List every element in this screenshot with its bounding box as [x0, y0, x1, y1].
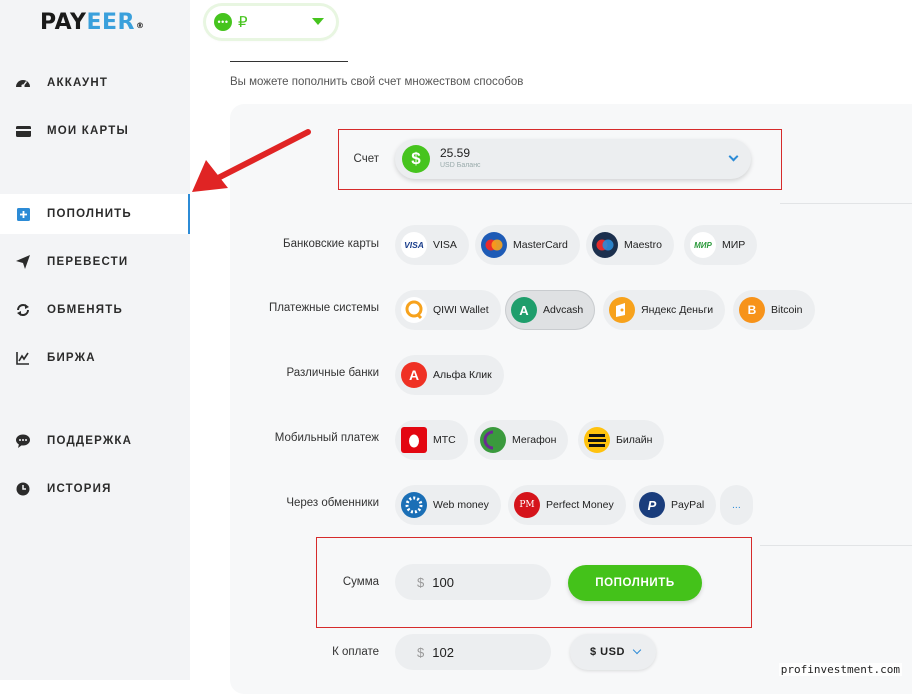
sidebar-item-label: ОБМЕНЯТЬ: [47, 304, 123, 316]
visa-icon: VISA: [401, 232, 427, 258]
sidebar-item-transfer[interactable]: ПЕРЕВЕСТИ: [0, 242, 190, 282]
payeer-logo[interactable]: PAYEER®: [40, 10, 144, 35]
currency-selector[interactable]: ••• ₽: [206, 6, 336, 38]
method-bitcoin[interactable]: B Bitcoin: [733, 290, 815, 330]
qiwi-icon: [401, 297, 427, 323]
sidebar-item-label: ПЕРЕВЕСТИ: [47, 256, 128, 268]
divider: [780, 203, 912, 204]
yandex-money-icon: [609, 297, 635, 323]
sidebar-item-label: ПОДДЕРЖКА: [47, 435, 132, 447]
group-label-payment-systems: Платежные системы: [229, 302, 379, 314]
group-label-cards: Банковские карты: [229, 238, 379, 250]
method-webmoney[interactable]: Web money: [395, 485, 501, 525]
alfa-bank-icon: A: [401, 362, 427, 388]
method-yandex-money[interactable]: Яндекс Деньги: [603, 290, 725, 330]
method-beeline[interactable]: Билайн: [578, 420, 664, 460]
method-perfect-money[interactable]: PM Perfect Money: [508, 485, 626, 525]
clock-icon: [15, 481, 31, 497]
method-alfa-click[interactable]: A Альфа Клик: [395, 355, 504, 395]
exchange-icon: [15, 302, 31, 318]
sidebar-item-support[interactable]: ПОДДЕРЖКА: [0, 421, 190, 461]
sidebar-item-deposit[interactable]: ПОПОЛНИТЬ: [0, 194, 190, 234]
method-visa[interactable]: VISA VISA: [395, 225, 469, 265]
method-mts[interactable]: МТС: [395, 420, 468, 460]
method-advcash[interactable]: A Advcash: [505, 290, 595, 330]
to-pay-field: $ 102: [395, 634, 551, 670]
currency-dropdown[interactable]: $ USD: [570, 634, 656, 670]
sidebar-item-exchange[interactable]: ОБМЕНЯТЬ: [0, 290, 190, 330]
webmoney-icon: [401, 492, 427, 518]
sidebar-item-label: ПОПОЛНИТЬ: [47, 208, 132, 220]
more-methods-button[interactable]: ...: [720, 485, 753, 525]
divider: [760, 545, 912, 546]
method-qiwi[interactable]: QIWI Wallet: [395, 290, 501, 330]
sidebar-item-label: МОИ КАРТЫ: [47, 125, 129, 137]
page-subtitle: Вы можете пополнить свой счет множеством…: [230, 76, 523, 88]
group-label-exchangers: Через обменники: [229, 497, 379, 509]
paypal-icon: P: [639, 492, 665, 518]
sidebar-item-label: БИРЖА: [47, 352, 96, 364]
annotation-box-amount: [316, 537, 752, 628]
currency-dropdown-value: $ USD: [590, 646, 625, 658]
caret-down-icon: [312, 18, 324, 25]
currency-symbol: ₽: [238, 13, 248, 31]
maestro-icon: [592, 232, 618, 258]
beeline-icon: [584, 427, 610, 453]
chat-icon: [15, 433, 31, 449]
watermark: profinvestment.com: [779, 663, 902, 676]
currency-sign: $: [417, 645, 424, 660]
sidebar-item-cards[interactable]: МОИ КАРТЫ: [0, 111, 190, 151]
megafon-icon: [480, 427, 506, 453]
mts-icon: [401, 427, 427, 453]
group-label-banks: Различные банки: [229, 367, 379, 379]
gauge-icon: [15, 75, 31, 91]
method-mastercard[interactable]: MasterCard: [475, 225, 580, 265]
group-label-mobile: Мобильный платеж: [229, 432, 379, 444]
mastercard-icon: [481, 232, 507, 258]
sidebar-item-label: АККАУНТ: [47, 77, 108, 89]
method-paypal[interactable]: P PayPal: [633, 485, 716, 525]
sidebar-item-label: ИСТОРИЯ: [47, 483, 112, 495]
sidebar-item-account[interactable]: АККАУНТ: [0, 63, 190, 103]
chart-icon: [15, 350, 31, 366]
to-pay-value: 102: [432, 645, 454, 660]
to-pay-label: К оплате: [229, 646, 379, 658]
bitcoin-icon: B: [739, 297, 765, 323]
sidebar-item-stock[interactable]: БИРЖА: [0, 338, 190, 378]
paper-plane-icon: [15, 254, 31, 270]
mir-icon: МИР: [690, 232, 716, 258]
chevron-down-icon: [633, 646, 641, 654]
method-maestro[interactable]: Maestro: [586, 225, 674, 265]
header-underline: [230, 61, 348, 62]
method-megafon[interactable]: Мегафон: [474, 420, 568, 460]
sidebar: PAYEER® АККАУНТ МОИ КАРТЫ ПОПОЛНИТЬ ПЕРЕ…: [0, 0, 190, 680]
plus-square-icon: [15, 206, 31, 222]
currency-dots-icon: •••: [214, 13, 232, 31]
method-mir[interactable]: МИР МИР: [684, 225, 757, 265]
advcash-icon: A: [511, 297, 537, 323]
perfect-money-icon: PM: [514, 492, 540, 518]
sidebar-item-history[interactable]: ИСТОРИЯ: [0, 469, 190, 509]
annotation-box-account: [338, 129, 782, 190]
card-icon: [15, 123, 31, 139]
